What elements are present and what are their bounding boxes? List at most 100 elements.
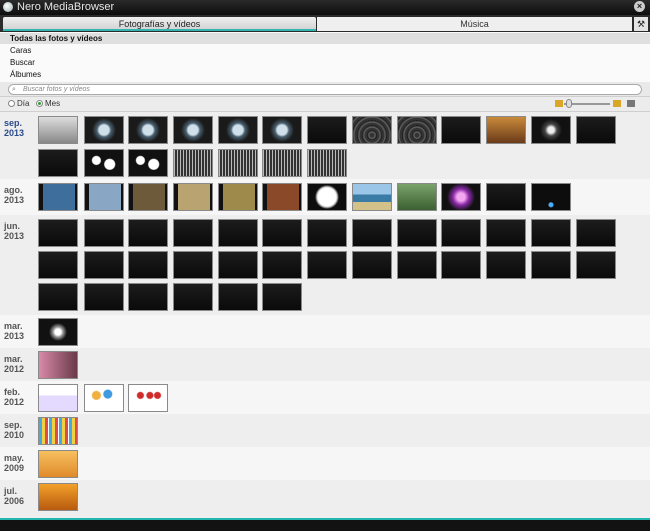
bottom-bar	[0, 518, 650, 531]
thumbnail[interactable]	[486, 116, 526, 144]
month-group: ago. 2013	[0, 179, 650, 216]
month-label: mar. 2012	[4, 354, 25, 374]
thumbnail[interactable]	[441, 116, 481, 144]
thumbnail[interactable]	[262, 251, 302, 279]
video-thumbnail[interactable]	[128, 183, 168, 211]
thumbnail[interactable]	[486, 219, 526, 247]
thumbnail[interactable]	[38, 251, 78, 279]
thumbnail[interactable]	[38, 318, 78, 346]
thumbnail[interactable]	[441, 251, 481, 279]
thumbnail[interactable]	[218, 283, 258, 311]
video-thumbnail[interactable]	[262, 183, 302, 211]
month-label: jun. 2013	[4, 221, 25, 241]
thumbnail[interactable]	[441, 183, 481, 211]
thumbnail[interactable]	[128, 384, 168, 412]
thumbnail[interactable]	[218, 251, 258, 279]
thumbnail[interactable]	[173, 219, 213, 247]
thumbnail[interactable]	[486, 251, 526, 279]
thumbnail[interactable]	[173, 149, 213, 177]
thumbnail[interactable]	[307, 149, 347, 177]
thumbnail[interactable]	[38, 149, 78, 177]
video-thumbnail[interactable]	[38, 183, 78, 211]
nav-panel: Todas las fotos y vídeos Caras Buscar Ál…	[0, 32, 650, 83]
thumbnail[interactable]	[38, 351, 78, 379]
thumbnail[interactable]	[128, 149, 168, 177]
thumbnail[interactable]	[84, 116, 124, 144]
radio-month[interactable]	[36, 100, 43, 107]
thumbnail[interactable]	[576, 251, 616, 279]
thumbnail[interactable]	[397, 251, 437, 279]
thumbnail[interactable]	[262, 116, 302, 144]
thumbnail[interactable]	[38, 219, 78, 247]
settings-dropdown-icon[interactable]	[627, 100, 635, 107]
thumbnail[interactable]	[128, 116, 168, 144]
nav-item-search[interactable]: Buscar	[10, 58, 35, 67]
thumbnail[interactable]	[38, 283, 78, 311]
thumbnail[interactable]	[441, 219, 481, 247]
thumbnail[interactable]	[38, 450, 78, 478]
nav-item-faces[interactable]: Caras	[10, 46, 31, 55]
thumbnail[interactable]	[352, 183, 392, 211]
thumbnail[interactable]	[397, 116, 437, 144]
tab-music[interactable]: Música	[317, 17, 632, 31]
thumbnail[interactable]	[307, 219, 347, 247]
search-icon: ⌕	[12, 86, 16, 93]
thumbnail[interactable]	[38, 483, 78, 511]
month-label: sep. 2010	[4, 420, 25, 440]
thumbnail[interactable]	[352, 116, 392, 144]
thumbnail[interactable]	[531, 116, 571, 144]
thumbnail[interactable]	[397, 183, 437, 211]
month-group: feb. 2012	[0, 381, 650, 415]
thumbnail[interactable]	[397, 219, 437, 247]
thumbnail[interactable]	[352, 219, 392, 247]
thumbnail[interactable]	[128, 219, 168, 247]
radio-day[interactable]	[8, 100, 15, 107]
month-label: mar. 2013	[4, 321, 25, 341]
month-label: jul. 2006	[4, 486, 25, 506]
thumbnail[interactable]	[218, 116, 258, 144]
thumbnail[interactable]	[531, 251, 571, 279]
media-grid: sep. 2013 ago. 2013 jun. 2013 mar. 2013 …	[0, 112, 650, 518]
app-icon	[3, 2, 13, 12]
window: Nero MediaBrowser × Fotografías y vídeos…	[0, 0, 650, 531]
close-icon[interactable]: ×	[634, 1, 645, 12]
thumbnail[interactable]	[84, 219, 124, 247]
thumbnail[interactable]	[352, 251, 392, 279]
thumbnail[interactable]	[486, 183, 526, 211]
thumbnail[interactable]	[218, 219, 258, 247]
thumbnail[interactable]	[173, 283, 213, 311]
nav-item-all[interactable]: Todas las fotos y vídeos	[10, 34, 102, 43]
thumbnail[interactable]	[262, 219, 302, 247]
thumbnail[interactable]	[576, 116, 616, 144]
tools-icon[interactable]: ⚒	[634, 17, 648, 31]
thumbnail[interactable]	[307, 183, 347, 211]
window-title: Nero MediaBrowser	[17, 1, 115, 13]
thumbnail[interactable]	[38, 116, 78, 144]
thumbnail[interactable]	[576, 219, 616, 247]
thumbnail[interactable]	[531, 183, 571, 211]
thumbnail[interactable]	[262, 283, 302, 311]
thumbnail[interactable]	[218, 149, 258, 177]
thumbnail[interactable]	[38, 384, 78, 412]
month-group: may. 2009	[0, 447, 650, 481]
thumbnail[interactable]	[307, 251, 347, 279]
tab-photos-videos[interactable]: Fotografías y vídeos	[3, 17, 316, 31]
thumbnail[interactable]	[84, 149, 124, 177]
thumbnail[interactable]	[173, 116, 213, 144]
thumbnail[interactable]	[84, 384, 124, 412]
thumbnail[interactable]	[38, 417, 78, 445]
thumbnail[interactable]	[531, 219, 571, 247]
thumbnail[interactable]	[84, 251, 124, 279]
video-thumbnail[interactable]	[84, 183, 124, 211]
video-thumbnail[interactable]	[218, 183, 258, 211]
video-thumbnail[interactable]	[173, 183, 213, 211]
thumbnail[interactable]	[307, 116, 347, 144]
nav-item-albums[interactable]: Álbumes	[10, 70, 41, 79]
thumbnail[interactable]	[84, 283, 124, 311]
thumbnail[interactable]	[173, 251, 213, 279]
thumbnail[interactable]	[128, 283, 168, 311]
thumbnail[interactable]	[262, 149, 302, 177]
thumbnail[interactable]	[128, 251, 168, 279]
zoom-slider-thumb[interactable]	[566, 99, 572, 108]
search-input[interactable]: ⌕ Buscar fotos y vídeos	[8, 84, 642, 95]
